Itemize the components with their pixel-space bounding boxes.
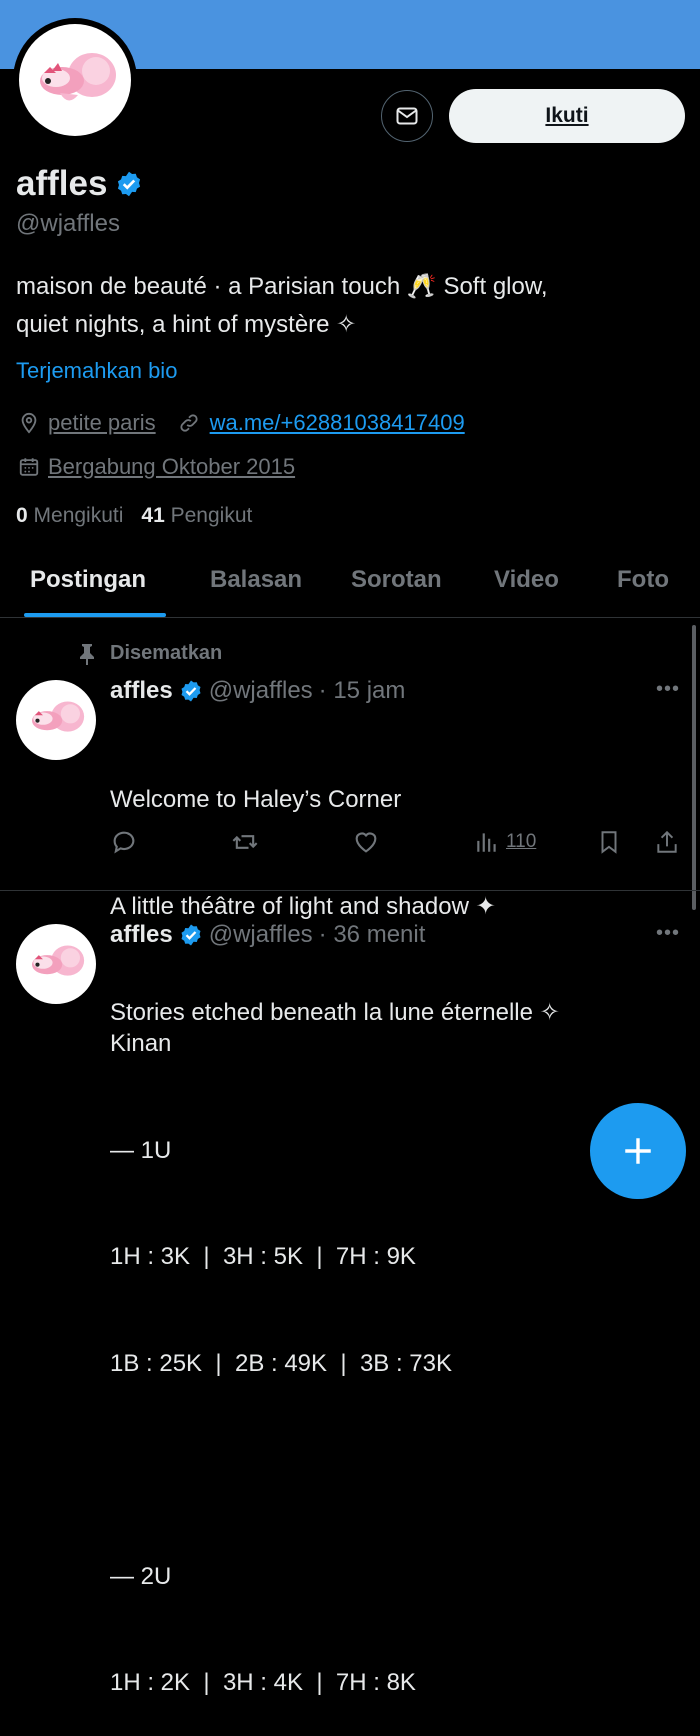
pinned-text: Disematkan bbox=[110, 642, 223, 664]
post-line: Welcome to Haley’s Corner bbox=[110, 786, 402, 813]
follow-button[interactable]: Ikuti bbox=[449, 89, 685, 143]
views-count: 110 bbox=[506, 831, 537, 852]
post-author-handle[interactable]: @wjaffles bbox=[209, 921, 313, 949]
post-time[interactable]: · 15 jam bbox=[319, 677, 406, 705]
link-icon bbox=[180, 414, 198, 432]
goldfish-icon bbox=[32, 701, 85, 732]
profile-tabs: Postingan Balasan Sorotan Video Foto bbox=[0, 558, 700, 618]
bookmark-button[interactable] bbox=[596, 828, 622, 856]
views-icon bbox=[477, 833, 496, 852]
following-stat[interactable]: 0 Mengikuti bbox=[16, 504, 123, 528]
post-author-handle[interactable]: @wjaffles bbox=[209, 677, 313, 705]
profile-bio: maison de beauté · a Parisian touch 🥂 So… bbox=[16, 268, 676, 344]
tab-foto[interactable]: Foto bbox=[617, 566, 669, 594]
followers-stat[interactable]: 41 Pengikut bbox=[141, 504, 252, 528]
tab-sorotan[interactable]: Sorotan bbox=[351, 566, 442, 594]
post-actions: 110 bbox=[0, 828, 700, 864]
bio-line: quiet nights, a hint of mystère ✧ bbox=[16, 311, 357, 338]
post-text: Kinan — 1U 1H : 3K | 3H : 5K | 7H : 9K 1… bbox=[110, 955, 452, 1736]
display-name: affles bbox=[16, 164, 143, 204]
tab-video[interactable]: Video bbox=[494, 566, 559, 594]
pinned-label: Disematkan bbox=[78, 642, 222, 665]
tab-postingan[interactable]: Postingan bbox=[30, 566, 146, 594]
goldfish-icon bbox=[32, 945, 85, 976]
scrollbar[interactable] bbox=[692, 625, 696, 910]
goldfish-icon bbox=[40, 53, 116, 101]
verified-badge-icon[interactable] bbox=[179, 679, 203, 703]
post-line: — 1U bbox=[110, 1136, 172, 1164]
message-button[interactable] bbox=[381, 90, 433, 142]
profile-avatar[interactable] bbox=[13, 18, 137, 142]
share-button[interactable] bbox=[654, 828, 680, 856]
translate-bio-link[interactable]: Terjemahkan bio bbox=[16, 358, 177, 384]
following-count: 0 bbox=[16, 504, 28, 527]
post-line: 1B : 25K | 2B : 49K | 3B : 73K bbox=[110, 1349, 452, 1377]
mail-icon bbox=[396, 107, 418, 125]
bio-line: maison de beauté · a Parisian touch 🥂 So… bbox=[16, 273, 548, 300]
views-button[interactable]: 110 bbox=[474, 828, 536, 856]
display-name-text: affles bbox=[16, 164, 108, 203]
more-icon[interactable]: ••• bbox=[656, 678, 680, 701]
followers-label: Pengikut bbox=[170, 504, 253, 527]
share-icon bbox=[657, 830, 677, 853]
post-line bbox=[110, 1452, 452, 1488]
post-header: affles @wjaffles · 15 jam bbox=[110, 677, 405, 705]
website-link[interactable]: wa.me/+62881038417409 bbox=[210, 410, 465, 436]
location-icon bbox=[21, 412, 37, 434]
avatar-image bbox=[19, 24, 131, 136]
like-button[interactable] bbox=[352, 828, 380, 856]
post-divider bbox=[0, 890, 700, 891]
profile-handle: @wjaffles bbox=[16, 210, 120, 237]
reply-button[interactable] bbox=[110, 828, 138, 856]
pin-icon bbox=[80, 643, 94, 665]
compose-button[interactable] bbox=[590, 1103, 686, 1199]
follow-button-label: Ikuti bbox=[545, 104, 589, 127]
plus-icon bbox=[625, 1138, 651, 1164]
repost-icon bbox=[232, 835, 258, 849]
following-label: Mengikuti bbox=[33, 504, 124, 527]
post-avatar[interactable] bbox=[16, 924, 96, 1004]
reply-icon bbox=[113, 831, 135, 854]
repost-button[interactable] bbox=[230, 828, 260, 856]
post-line: 1H : 2K | 3H : 4K | 7H : 8K bbox=[110, 1669, 416, 1696]
like-icon bbox=[355, 832, 377, 853]
follow-stats: 0 Mengikuti 41 Pengikut bbox=[16, 504, 252, 528]
post-avatar[interactable] bbox=[16, 680, 96, 760]
post-line: 1H : 3K | 3H : 5K | 7H : 9K bbox=[110, 1243, 416, 1270]
verified-badge-icon[interactable] bbox=[179, 923, 203, 947]
post-line: A little théâtre of light and shadow ✦ bbox=[110, 892, 496, 920]
post-header: affles @wjaffles · 36 menit bbox=[110, 921, 425, 949]
location-link[interactable]: petite paris bbox=[48, 410, 156, 436]
more-icon[interactable]: ••• bbox=[656, 922, 680, 945]
post-line: — 2U bbox=[110, 1562, 172, 1590]
bookmark-icon bbox=[601, 831, 617, 854]
post-author-name[interactable]: affles bbox=[110, 921, 173, 949]
active-tab-indicator bbox=[24, 613, 166, 617]
profile-meta-row: petite paris wa.me/+62881038417409 bbox=[18, 410, 465, 436]
post-time[interactable]: · 36 menit bbox=[319, 921, 426, 949]
join-date: Bergabung Oktober 2015 bbox=[48, 454, 296, 479]
followers-count: 41 bbox=[141, 504, 165, 527]
calendar-icon bbox=[19, 458, 39, 476]
post-line: Kinan bbox=[110, 1030, 172, 1057]
post-author-name[interactable]: affles bbox=[110, 677, 173, 705]
tab-balasan[interactable]: Balasan bbox=[210, 566, 302, 594]
profile-join-row: Bergabung Oktober 2015 bbox=[18, 454, 295, 480]
verified-badge-icon[interactable] bbox=[115, 170, 143, 198]
